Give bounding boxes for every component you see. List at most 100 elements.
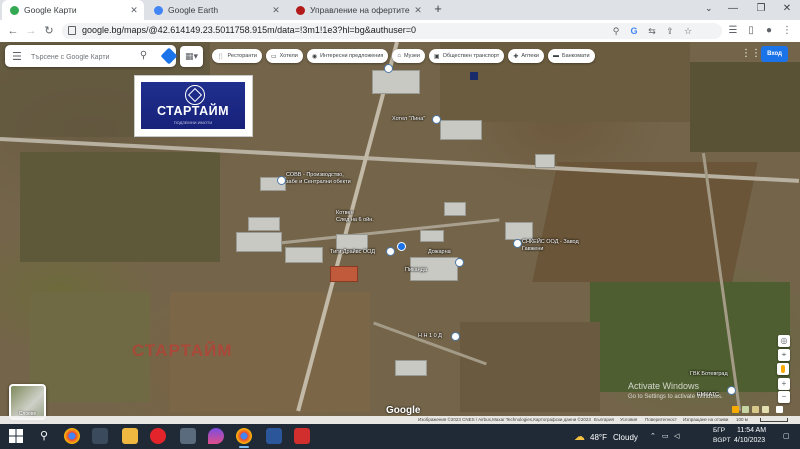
place-label[interactable]: Хотел "Лина"	[392, 116, 425, 123]
google-maps-icon	[10, 5, 19, 15]
place-label[interactable]: Тиги Драйвс ООД	[330, 249, 375, 256]
network-icon[interactable]: ▭	[662, 432, 669, 440]
place-pin-icon[interactable]	[397, 242, 406, 251]
map-credits-bar: Изображения ©2023 CNES / Airbus,Maxar Te…	[0, 416, 800, 424]
scale-label[interactable]: 100 м	[736, 416, 748, 424]
chrome-icon[interactable]	[64, 428, 80, 444]
side-panel-icon[interactable]: ▯	[744, 24, 758, 38]
search-icon[interactable]: ⚲	[137, 49, 150, 62]
window-close-icon[interactable]: ✕	[772, 0, 800, 20]
layers-toggle[interactable]: Слоеве	[9, 384, 46, 420]
place-label[interactable]: СНКЕЙС ООД - Завод Гавжени	[522, 239, 579, 253]
place-pin-icon[interactable]	[432, 115, 441, 124]
tray-chevron-icon[interactable]: ⌃	[650, 432, 656, 440]
restaurants-layer-icon[interactable]: ▦▾	[180, 46, 203, 67]
chrome-active-icon[interactable]	[236, 428, 252, 448]
place-pin-icon[interactable]	[384, 64, 393, 73]
language-top[interactable]: БГР	[713, 427, 725, 434]
bus-icon: ▣	[433, 53, 440, 60]
close-icon[interactable]: ✕	[270, 5, 282, 16]
notification-icon[interactable]: ▢	[783, 432, 790, 440]
tab-offers[interactable]: Управление на офертите - ✕	[288, 0, 428, 20]
clock-date[interactable]: 4/10/2023	[734, 437, 765, 444]
map-building	[248, 217, 280, 231]
place-pin-icon[interactable]	[386, 247, 395, 256]
weather-temp[interactable]: 48°F	[590, 433, 607, 442]
clock-time[interactable]: 11:54 AM	[737, 427, 766, 434]
tab-strip: Google Карти ✕ Google Earth ✕ Управление…	[0, 0, 800, 20]
my-location-icon[interactable]: ◎	[778, 335, 790, 347]
extension-icon[interactable]: ☰	[726, 24, 740, 38]
place-label[interactable]: Пиканда	[405, 267, 427, 274]
menu-kebab-icon[interactable]: ⋮	[780, 24, 794, 38]
expand-icon[interactable]	[776, 406, 783, 413]
hamburger-menu-icon[interactable]: ☰	[12, 50, 22, 63]
search-icon[interactable]: ⚲	[36, 428, 52, 444]
chip-transit[interactable]: ▣ Обществен транспорт	[428, 49, 505, 63]
thumbnail-icon[interactable]	[752, 406, 759, 413]
word-icon[interactable]	[266, 428, 282, 444]
tab-search-icon[interactable]: ⌄	[705, 3, 713, 14]
search-input[interactable]	[29, 47, 138, 67]
place-pin-icon[interactable]	[455, 258, 464, 267]
place-label[interactable]: Дожарна	[428, 249, 451, 256]
chip-things-to-do[interactable]: ◉ Интересни предложения	[306, 49, 389, 63]
back-icon[interactable]: ←	[6, 23, 20, 39]
pegman-icon[interactable]	[777, 363, 789, 375]
translate-icon[interactable]: ⇆	[646, 25, 658, 37]
place-pin-icon[interactable]	[513, 239, 522, 248]
tab-google-earth[interactable]: Google Earth ✕	[146, 0, 286, 20]
country-link[interactable]: България	[594, 416, 614, 424]
weather-desc[interactable]: Cloudy	[613, 433, 638, 442]
chip-atms[interactable]: ▬ Банкомати	[547, 49, 595, 63]
volume-icon[interactable]: ◁	[674, 432, 679, 440]
close-icon[interactable]: ✕	[128, 5, 140, 16]
location-icon[interactable]: ⚲	[610, 25, 622, 37]
opera-icon[interactable]	[150, 428, 166, 444]
place-label[interactable]: Котвен След на 6 ойн.	[336, 210, 374, 224]
calculator-icon[interactable]	[180, 428, 196, 444]
map-field	[532, 162, 758, 282]
thumbnail-icon[interactable]	[762, 406, 769, 413]
sign-in-button[interactable]: Вход	[761, 46, 788, 62]
language-bottom[interactable]: BGPT	[713, 437, 731, 444]
satellite-map[interactable]: ☰ ⚲ ▦▾ 🍴Ресторанти ▭Хотели ◉Интересни пр…	[0, 42, 800, 424]
zoom-in-icon[interactable]: +	[778, 378, 790, 390]
paint-icon[interactable]	[208, 428, 224, 444]
new-tab-button[interactable]: +	[431, 2, 445, 16]
chip-museums[interactable]: ⌂ Музеи	[392, 49, 425, 63]
profile-avatar-icon[interactable]: ●	[762, 24, 776, 38]
chip-pharmacies[interactable]: ✚ Аптеки	[508, 49, 544, 63]
close-icon[interactable]: ✕	[412, 5, 424, 16]
photos-icon[interactable]	[92, 428, 108, 444]
map-building	[535, 154, 555, 168]
zoom-out-icon[interactable]: −	[778, 391, 790, 403]
forward-icon[interactable]: →	[24, 23, 38, 39]
place-pin-icon[interactable]	[277, 176, 286, 185]
place-pin-icon[interactable]	[727, 386, 736, 395]
tab-google-maps[interactable]: Google Карти ✕	[2, 0, 144, 20]
feedback-link[interactable]: Изпращане на отзиви	[683, 416, 728, 424]
windows-start-icon[interactable]	[8, 428, 24, 444]
reload-icon[interactable]: ↻	[42, 23, 56, 39]
activate-title: Activate Windows	[628, 381, 700, 391]
place-label[interactable]: СОВВ - Производство, забе и Сентрални об…	[286, 172, 351, 186]
minimize-icon[interactable]: —	[718, 0, 748, 20]
chip-hotels[interactable]: ▭ Хотели	[265, 49, 303, 63]
privacy-link[interactable]: Поверителност	[645, 416, 677, 424]
file-explorer-icon[interactable]	[122, 428, 138, 444]
chip-restaurants[interactable]: 🍴 Ресторанти	[212, 49, 262, 63]
address-bar[interactable]: google.bg/maps/@42.614149.23.5011758.915…	[62, 23, 722, 39]
google-lens-icon[interactable]: G	[628, 25, 640, 37]
place-label[interactable]: Н Н 1 0 Д	[418, 333, 442, 340]
terms-link[interactable]: Условия	[620, 416, 637, 424]
directions-icon[interactable]	[160, 47, 178, 65]
acrobat-icon[interactable]	[294, 428, 310, 444]
bookmark-star-icon[interactable]: ☆	[682, 25, 694, 37]
place-label[interactable]: ГВК Ботевград	[690, 371, 728, 378]
thumbnail-icon[interactable]	[742, 406, 749, 413]
street-view-icon[interactable]	[732, 406, 739, 413]
place-pin-icon[interactable]	[451, 332, 460, 341]
compass-icon[interactable]: ⌖	[778, 349, 790, 361]
share-icon[interactable]: ⇪	[664, 25, 676, 37]
